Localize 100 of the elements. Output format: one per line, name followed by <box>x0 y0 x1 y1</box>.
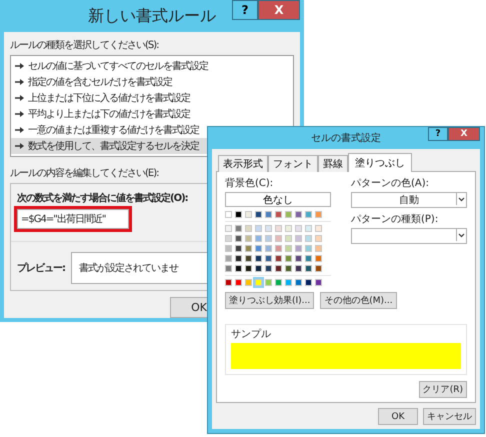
color-swatch[interactable] <box>245 255 252 262</box>
color-swatch[interactable] <box>305 265 312 272</box>
color-swatch[interactable] <box>305 235 312 242</box>
color-swatch[interactable] <box>285 279 292 286</box>
color-swatch[interactable] <box>285 245 292 252</box>
color-swatch[interactable] <box>275 279 282 286</box>
close-button[interactable]: X <box>448 127 480 141</box>
color-swatch[interactable] <box>315 235 322 242</box>
color-swatch[interactable] <box>275 245 282 252</box>
color-swatch[interactable] <box>225 279 232 286</box>
color-swatch[interactable] <box>315 211 322 218</box>
color-swatch[interactable] <box>275 235 282 242</box>
color-swatch[interactable] <box>225 265 232 272</box>
help-button[interactable]: ? <box>232 0 258 20</box>
pointer-icon <box>15 63 24 69</box>
tab[interactable]: 罫線 <box>318 155 348 172</box>
color-swatch[interactable] <box>315 265 322 272</box>
color-swatch[interactable] <box>235 279 242 286</box>
formula-field[interactable]: =$G4="出荷日間近" <box>17 209 129 229</box>
tab[interactable]: 塗りつぶし <box>348 153 412 172</box>
color-swatch[interactable] <box>295 279 302 286</box>
close-button[interactable]: X <box>258 0 300 20</box>
color-swatch[interactable] <box>265 225 272 232</box>
no-color-button[interactable]: 色なし <box>225 192 331 207</box>
color-swatch[interactable] <box>255 279 262 286</box>
color-swatch[interactable] <box>295 265 302 272</box>
color-swatch[interactable] <box>245 279 252 286</box>
color-swatch[interactable] <box>275 265 282 272</box>
color-swatch[interactable] <box>285 265 292 272</box>
pointer-icon <box>15 95 24 101</box>
pattern-style-dropdown[interactable] <box>351 228 467 244</box>
color-swatch[interactable] <box>255 245 262 252</box>
color-swatch[interactable] <box>265 245 272 252</box>
fill-effects-button[interactable]: 塗りつぶし効果(I)... <box>225 292 314 309</box>
color-swatch[interactable] <box>225 211 232 218</box>
color-swatch[interactable] <box>265 255 272 262</box>
color-swatch[interactable] <box>225 225 232 232</box>
color-swatch[interactable] <box>305 225 312 232</box>
color-swatch[interactable] <box>225 245 232 252</box>
color-swatch[interactable] <box>275 225 282 232</box>
rule-type-item[interactable]: 指定の値を含むセルだけを書式設定 <box>11 74 293 90</box>
color-swatch[interactable] <box>235 235 242 242</box>
color-swatch[interactable] <box>285 225 292 232</box>
color-swatch[interactable] <box>315 255 322 262</box>
color-swatch[interactable] <box>255 211 262 218</box>
rule-type-item[interactable]: 一意の値または重複する値だけを書式設定 <box>11 122 293 138</box>
pattern-color-dropdown[interactable]: 自動 <box>351 192 467 208</box>
help-button[interactable]: ? <box>428 127 448 141</box>
cancel-button[interactable]: キャンセル <box>423 408 476 425</box>
color-swatch[interactable] <box>275 211 282 218</box>
clear-button[interactable]: クリア(R) <box>418 381 467 398</box>
color-swatch[interactable] <box>265 265 272 272</box>
color-swatch[interactable] <box>265 211 272 218</box>
color-swatch[interactable] <box>315 245 322 252</box>
color-swatch[interactable] <box>315 279 322 286</box>
color-swatch[interactable] <box>255 255 262 262</box>
rule-type-item[interactable]: 上位または下位に入る値だけを書式設定 <box>11 90 293 106</box>
caret-icon <box>456 229 466 241</box>
color-swatch[interactable] <box>265 279 272 286</box>
color-swatch[interactable] <box>235 255 242 262</box>
color-swatch[interactable] <box>285 235 292 242</box>
rule-type-item[interactable]: 平均より上または下の値だけを書式設定 <box>11 106 293 122</box>
color-swatch[interactable] <box>255 265 262 272</box>
color-swatch[interactable] <box>225 255 232 262</box>
color-swatch[interactable] <box>275 255 282 262</box>
color-swatch[interactable] <box>245 265 252 272</box>
window-title: セルの書式設定 <box>311 132 381 145</box>
more-colors-button[interactable]: その他の色(M)... <box>320 292 397 309</box>
color-swatch[interactable] <box>255 235 262 242</box>
color-swatch[interactable] <box>305 245 312 252</box>
color-swatch[interactable] <box>285 255 292 262</box>
color-swatch[interactable] <box>255 225 262 232</box>
color-swatch[interactable] <box>305 255 312 262</box>
sample-label: サンプル <box>231 328 271 341</box>
color-swatch[interactable] <box>295 255 302 262</box>
color-swatch[interactable] <box>315 225 322 232</box>
color-swatch[interactable] <box>235 265 242 272</box>
color-swatch[interactable] <box>235 225 242 232</box>
color-swatch[interactable] <box>245 211 252 218</box>
pattern-style-label: パターンの種類(P): <box>351 212 438 226</box>
rule-type-item[interactable]: セルの値に基づいてすべてのセルを書式設定 <box>11 58 293 74</box>
color-swatch[interactable] <box>295 235 302 242</box>
color-swatch[interactable] <box>245 235 252 242</box>
color-swatch[interactable] <box>245 225 252 232</box>
color-swatch[interactable] <box>305 211 312 218</box>
tab[interactable]: フォント <box>268 155 318 172</box>
color-swatch[interactable] <box>265 235 272 242</box>
preview-text: 書式が設定されていませ <box>79 262 178 275</box>
color-swatch[interactable] <box>305 279 312 286</box>
color-swatch[interactable] <box>235 211 242 218</box>
color-swatch[interactable] <box>235 245 242 252</box>
ok-button[interactable]: OK <box>378 408 418 425</box>
color-swatch[interactable] <box>245 245 252 252</box>
color-swatch[interactable] <box>225 235 232 242</box>
pointer-icon <box>15 111 24 117</box>
color-swatch[interactable] <box>285 211 292 218</box>
color-swatch[interactable] <box>295 245 302 252</box>
tab[interactable]: 表示形式 <box>218 155 268 172</box>
color-swatch[interactable] <box>295 211 302 218</box>
color-swatch[interactable] <box>295 225 302 232</box>
